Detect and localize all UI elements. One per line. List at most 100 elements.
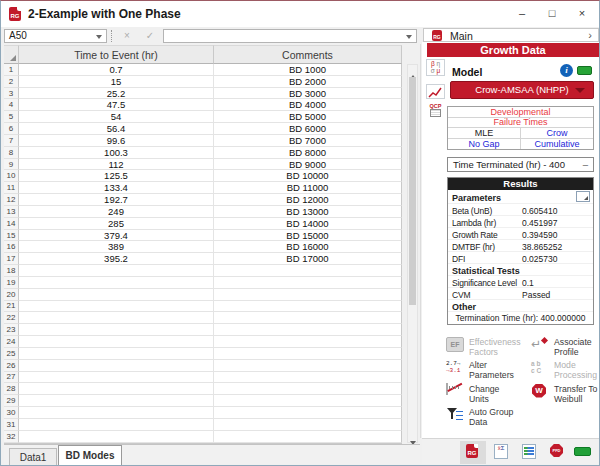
cell-time[interactable]: 125.5 <box>19 170 214 182</box>
row-number[interactable]: 16 <box>4 241 19 253</box>
cell-time[interactable]: 249 <box>19 206 214 218</box>
grid-row[interactable]: 10.7BD 1000 <box>4 64 402 76</box>
cell-time[interactable]: 0.7 <box>19 64 214 76</box>
row-number[interactable]: 32 <box>4 431 19 443</box>
grid-row[interactable]: 13249BD 13000 <box>4 206 402 218</box>
scrollbar-thumb[interactable] <box>409 77 416 305</box>
row-number[interactable]: 5 <box>4 111 19 123</box>
grid-row[interactable]: 28 <box>4 383 402 395</box>
close-button[interactable]: × <box>567 1 597 26</box>
cell-time[interactable] <box>19 348 214 360</box>
plot-icon[interactable] <box>426 84 445 99</box>
grid-row[interactable]: 22 <box>4 312 402 324</box>
grid-row[interactable]: 799.6BD 7000 <box>4 135 402 147</box>
row-number[interactable]: 15 <box>4 230 19 242</box>
setting-option[interactable]: Crow <box>520 128 593 138</box>
maximize-button[interactable]: □ <box>537 1 567 26</box>
cell-time[interactable] <box>19 277 214 289</box>
cell-comment[interactable]: BD 9000 <box>214 159 402 171</box>
cell-time[interactable]: 395.2 <box>19 253 214 265</box>
setting-option[interactable]: Cumulative <box>520 139 593 150</box>
model-select-button[interactable]: Crow-AMSAA (NHPP) <box>450 81 594 99</box>
grid-row[interactable]: 30 <box>4 407 402 419</box>
parameters-icon[interactable]: β ησ μ <box>426 59 445 76</box>
cell-time[interactable]: 133.4 <box>19 182 214 194</box>
cell-time[interactable] <box>19 289 214 301</box>
setting-option[interactable]: Failure Times <box>448 118 593 128</box>
cell-time[interactable] <box>19 312 214 324</box>
cell-comment[interactable]: BD 12000 <box>214 194 402 206</box>
grid-row[interactable]: 21 <box>4 301 402 313</box>
scroll-up-icon[interactable] <box>408 65 417 76</box>
grid-row[interactable]: 19 <box>4 277 402 289</box>
row-number[interactable]: 28 <box>4 383 19 395</box>
row-number[interactable]: 9 <box>4 159 19 171</box>
row-number[interactable]: 20 <box>4 289 19 301</box>
growth-data-view-icon[interactable]: RG <box>466 444 478 458</box>
cancel-entry-button[interactable]: × <box>117 29 137 43</box>
grid-row[interactable]: 12192.7BD 12000 <box>4 194 402 206</box>
auto-group-data-button[interactable]: Auto Group Data <box>444 406 529 429</box>
cell-time[interactable] <box>19 360 214 372</box>
cell-time[interactable]: 47.5 <box>19 99 214 111</box>
settings-view-icon[interactable] <box>522 444 536 459</box>
cell-comment[interactable]: BD 16000 <box>214 241 402 253</box>
formula-input[interactable] <box>163 29 417 43</box>
qcp-view-icon[interactable]: PFD <box>550 444 563 457</box>
setting-option[interactable]: No Gap <box>448 139 520 150</box>
grid-row[interactable]: 325.2BD 3000 <box>4 88 402 100</box>
grid-row[interactable]: 10125.5BD 10000 <box>4 170 402 182</box>
cell-time[interactable]: 389 <box>19 241 214 253</box>
mode-processing-button[interactable]: a bc C Mode Processing <box>529 359 598 382</box>
cell-comment[interactable] <box>214 312 402 324</box>
row-number[interactable]: 7 <box>4 135 19 147</box>
cell-comment[interactable] <box>214 360 402 372</box>
grid-row[interactable]: 23 <box>4 324 402 336</box>
cell-comment[interactable] <box>214 277 402 289</box>
row-number[interactable]: 24 <box>4 336 19 348</box>
grid-row[interactable]: 16389BD 16000 <box>4 241 402 253</box>
cell-comment[interactable] <box>214 383 402 395</box>
cell-comment[interactable]: BD 3000 <box>214 88 402 100</box>
cell-comment[interactable] <box>214 289 402 301</box>
cell-time[interactable]: 25.2 <box>19 88 214 100</box>
row-number[interactable]: 17 <box>4 253 19 265</box>
cell-comment[interactable]: BD 11000 <box>214 182 402 194</box>
transfer-to-weibull-button[interactable]: W Transfer To Weibull <box>529 383 598 406</box>
cell-time[interactable] <box>19 407 214 419</box>
cell-comment[interactable]: BD 4000 <box>214 99 402 111</box>
cell-comment[interactable]: BD 14000 <box>214 218 402 230</box>
grid-row[interactable]: 11133.4BD 11000 <box>4 182 402 194</box>
qcp-icon[interactable]: QCP <box>426 103 445 119</box>
row-number[interactable]: 12 <box>4 194 19 206</box>
cell-time[interactable]: 112 <box>19 159 214 171</box>
row-number[interactable]: 10 <box>4 170 19 182</box>
grid-row[interactable]: 31 <box>4 419 402 431</box>
grid-row[interactable]: 215BD 2000 <box>4 76 402 88</box>
grid-row[interactable]: 447.5BD 4000 <box>4 99 402 111</box>
cell-reference-box[interactable]: A50 <box>4 29 107 43</box>
cell-comment[interactable]: BD 5000 <box>214 111 402 123</box>
row-number[interactable]: 30 <box>4 407 19 419</box>
cell-time[interactable]: 56.4 <box>19 123 214 135</box>
grid-row[interactable]: 29 <box>4 395 402 407</box>
cell-time[interactable]: 192.7 <box>19 194 214 206</box>
cell-comment[interactable] <box>214 324 402 336</box>
confirm-entry-button[interactable]: ✓ <box>140 29 160 43</box>
grid-row[interactable]: 17395.2BD 17000 <box>4 253 402 265</box>
grid-row[interactable]: 8100.3BD 8000 <box>4 147 402 159</box>
cell-comment[interactable]: BD 1000 <box>214 64 402 76</box>
chevron-right-icon[interactable]: › <box>588 29 592 41</box>
grid-row[interactable]: 26 <box>4 360 402 372</box>
row-number[interactable]: 31 <box>4 419 19 431</box>
cell-time[interactable] <box>19 383 214 395</box>
row-number[interactable]: 4 <box>4 99 19 111</box>
cell-comment[interactable] <box>214 395 402 407</box>
cell-comment[interactable]: BD 17000 <box>214 253 402 265</box>
cell-time[interactable]: 54 <box>19 111 214 123</box>
grid-row[interactable]: 15379.4BD 15000 <box>4 230 402 242</box>
grid-row[interactable]: 656.4BD 6000 <box>4 123 402 135</box>
info-icon[interactable]: i <box>560 64 573 77</box>
analysis-settings-table[interactable]: DevelopmentalFailure TimesMLECrowNo GapC… <box>447 106 594 150</box>
cell-time[interactable] <box>19 395 214 407</box>
